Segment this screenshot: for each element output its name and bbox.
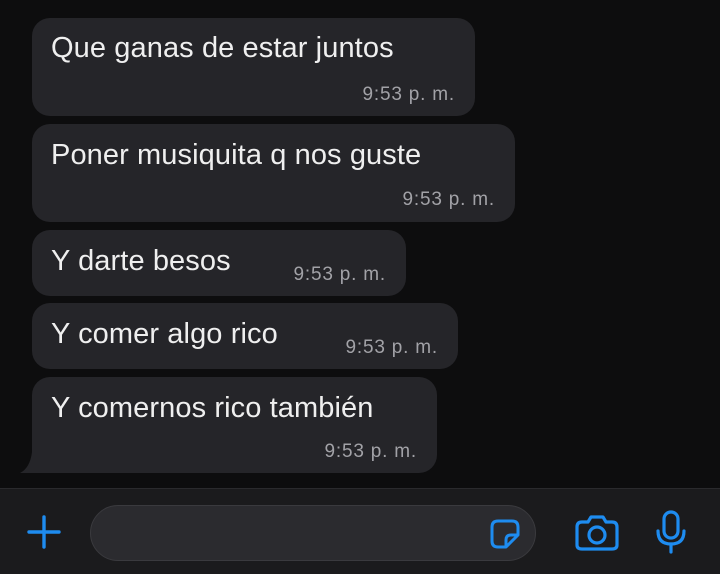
message-bubble[interactable]: Y comernos rico también 9:53 p. m.	[32, 377, 437, 473]
plus-icon[interactable]	[26, 514, 62, 550]
message-timestamp: 9:53 p. m.	[362, 84, 455, 105]
message-text: Que ganas de estar juntos	[51, 32, 394, 64]
camera-icon[interactable]	[574, 514, 620, 552]
message-text: Y darte besos	[51, 245, 231, 277]
message-bubble[interactable]: Y darte besos 9:53 p. m.	[32, 230, 406, 296]
message-timestamp: 9:53 p. m.	[402, 189, 495, 210]
message-bubble[interactable]: Y comer algo rico 9:53 p. m.	[32, 303, 458, 369]
microphone-icon[interactable]	[654, 509, 688, 555]
message-composer	[0, 488, 720, 574]
message-bubble[interactable]: Que ganas de estar juntos 9:53 p. m.	[32, 18, 475, 116]
message-text: Y comernos rico también	[51, 392, 374, 424]
message-text: Poner musiquita q nos guste	[51, 139, 422, 171]
message-timestamp: 9:53 p. m.	[324, 441, 417, 462]
message-bubble[interactable]: Poner musiquita q nos guste 9:53 p. m.	[32, 124, 515, 222]
message-timestamp: 9:53 p. m.	[345, 337, 438, 358]
message-input[interactable]	[90, 505, 536, 561]
chat-area: Que ganas de estar juntos 9:53 p. m. Pon…	[0, 0, 720, 488]
bubble-tail-icon	[20, 452, 42, 473]
sticker-icon[interactable]	[489, 518, 521, 550]
message-timestamp: 9:53 p. m.	[293, 264, 386, 285]
message-text: Y comer algo rico	[51, 318, 278, 350]
